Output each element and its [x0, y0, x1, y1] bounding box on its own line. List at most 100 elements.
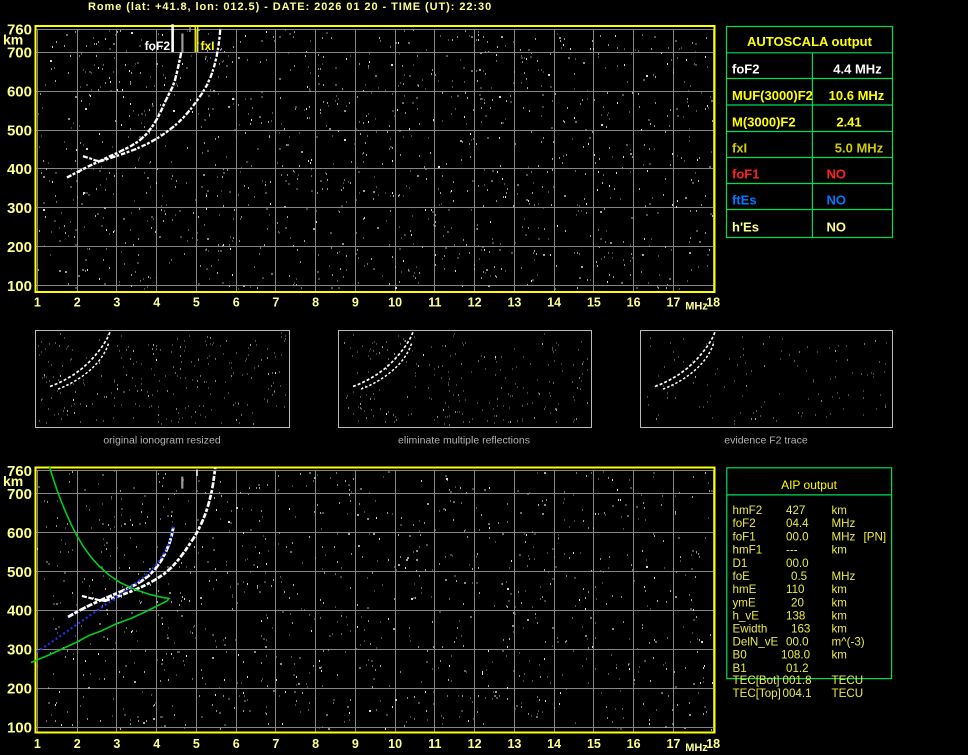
svg-text:TEC[Bot]: TEC[Bot]: [733, 674, 780, 687]
svg-text:2.41: 2.41: [836, 114, 861, 129]
svg-text:MHz: MHz: [685, 742, 708, 754]
svg-text:foF1: foF1: [733, 530, 756, 543]
svg-text:4: 4: [153, 296, 160, 310]
svg-text:MHz: MHz: [832, 570, 856, 583]
svg-text:4.4 MHz: 4.4 MHz: [833, 62, 882, 77]
svg-text:17: 17: [666, 737, 680, 751]
svg-text:12: 12: [468, 737, 482, 751]
svg-text:2: 2: [74, 296, 81, 310]
svg-text:km: km: [832, 622, 847, 635]
svg-text:0.5: 0.5: [791, 570, 807, 583]
svg-text:16: 16: [627, 737, 641, 751]
svg-text:MUF(3000)F2: MUF(3000)F2: [732, 88, 813, 103]
svg-text:h'Es: h'Es: [732, 220, 759, 235]
svg-text:600: 600: [7, 84, 32, 101]
svg-text:200: 200: [7, 680, 32, 697]
svg-text:fxI: fxI: [201, 39, 215, 53]
svg-text:400: 400: [7, 603, 32, 620]
svg-text:110: 110: [786, 583, 804, 596]
svg-text:fxI: fxI: [732, 141, 747, 156]
svg-text:NO: NO: [827, 193, 847, 208]
svg-text:14: 14: [547, 296, 561, 310]
svg-text:500: 500: [7, 122, 32, 139]
svg-text:14: 14: [547, 737, 561, 751]
svg-text:427: 427: [786, 504, 805, 517]
svg-text:5: 5: [193, 737, 200, 751]
svg-text:foF1: foF1: [732, 167, 759, 182]
svg-text:evidence F2 trace: evidence F2 trace: [724, 435, 808, 447]
svg-text:M(3000)F2: M(3000)F2: [732, 114, 796, 129]
svg-text:B0: B0: [733, 649, 747, 662]
svg-text:h_vE: h_vE: [733, 610, 760, 623]
svg-text:8: 8: [312, 296, 319, 310]
svg-text:km: km: [832, 610, 847, 623]
svg-text:km: km: [3, 473, 23, 489]
svg-text:001.8: 001.8: [783, 674, 812, 687]
svg-text:MHz: MHz: [832, 530, 856, 543]
svg-text:00.0: 00.0: [786, 557, 809, 570]
svg-text:100: 100: [7, 278, 32, 295]
svg-text:300: 300: [7, 200, 32, 217]
svg-text:500: 500: [7, 564, 32, 581]
svg-text:B1: B1: [733, 662, 747, 675]
svg-text:MHz: MHz: [832, 517, 856, 530]
svg-text:163: 163: [791, 622, 810, 635]
svg-text:15: 15: [587, 296, 601, 310]
svg-text:km: km: [832, 583, 847, 596]
svg-text:km: km: [832, 544, 847, 557]
svg-text:20: 20: [791, 596, 804, 609]
svg-text:hmF2: hmF2: [733, 504, 763, 517]
svg-text:m^(-3): m^(-3): [832, 636, 865, 649]
svg-text:10.6 MHz: 10.6 MHz: [829, 88, 885, 103]
svg-text:138: 138: [786, 610, 805, 623]
svg-text:100: 100: [7, 719, 32, 736]
svg-text:9: 9: [352, 296, 359, 310]
svg-text:15: 15: [587, 737, 601, 751]
svg-text:13: 13: [507, 737, 521, 751]
svg-text:7: 7: [272, 737, 279, 751]
svg-text:foF2: foF2: [732, 62, 759, 77]
svg-text:AIP output: AIP output: [781, 478, 837, 492]
svg-text:MHz: MHz: [685, 301, 708, 313]
svg-text:AUTOSCALA output: AUTOSCALA output: [747, 34, 873, 49]
svg-text:2: 2: [74, 737, 81, 751]
svg-text:200: 200: [7, 239, 32, 256]
svg-text:km: km: [832, 504, 847, 517]
svg-text:3: 3: [113, 737, 120, 751]
svg-text:km: km: [832, 649, 847, 662]
svg-text:1: 1: [34, 737, 41, 751]
svg-text:5: 5: [193, 296, 200, 310]
svg-text:DelN_vE: DelN_vE: [733, 636, 779, 649]
svg-text:5.0 MHz: 5.0 MHz: [835, 141, 884, 156]
svg-text:7: 7: [272, 296, 279, 310]
svg-text:12: 12: [468, 296, 482, 310]
svg-text:NO: NO: [827, 220, 847, 235]
svg-text:600: 600: [7, 525, 32, 542]
svg-text:01.2: 01.2: [786, 662, 809, 675]
svg-text:Ewidth: Ewidth: [733, 622, 768, 635]
svg-text:300: 300: [7, 642, 32, 659]
svg-text:TECU: TECU: [832, 674, 864, 687]
svg-text:8: 8: [312, 737, 319, 751]
svg-text:[PN]: [PN]: [864, 530, 887, 543]
svg-text:km: km: [3, 32, 23, 48]
svg-text:ymE: ymE: [733, 596, 756, 609]
svg-text:00.0: 00.0: [786, 530, 809, 543]
svg-text:4: 4: [153, 737, 160, 751]
svg-text:---: ---: [786, 544, 798, 557]
svg-text:18: 18: [706, 296, 720, 310]
svg-text:TECU: TECU: [832, 687, 864, 700]
svg-text:10: 10: [388, 296, 402, 310]
svg-text:Rome (lat: +41.8, lon: 012.5): Rome (lat: +41.8, lon: 012.5) - DATE: 20…: [88, 1, 492, 13]
svg-text:D1: D1: [733, 557, 748, 570]
svg-text:eliminate multiple reflections: eliminate multiple reflections: [398, 435, 530, 447]
svg-text:NO: NO: [827, 167, 847, 182]
svg-text:foF2: foF2: [145, 39, 171, 53]
svg-text:original ionogram resized: original ionogram resized: [103, 435, 220, 447]
svg-text:foE: foE: [733, 570, 751, 583]
svg-text:10: 10: [388, 737, 402, 751]
svg-text:foF2: foF2: [733, 517, 756, 530]
svg-text:108.0: 108.0: [781, 649, 810, 662]
svg-text:ftEs: ftEs: [732, 193, 757, 208]
svg-text:18: 18: [706, 737, 720, 751]
